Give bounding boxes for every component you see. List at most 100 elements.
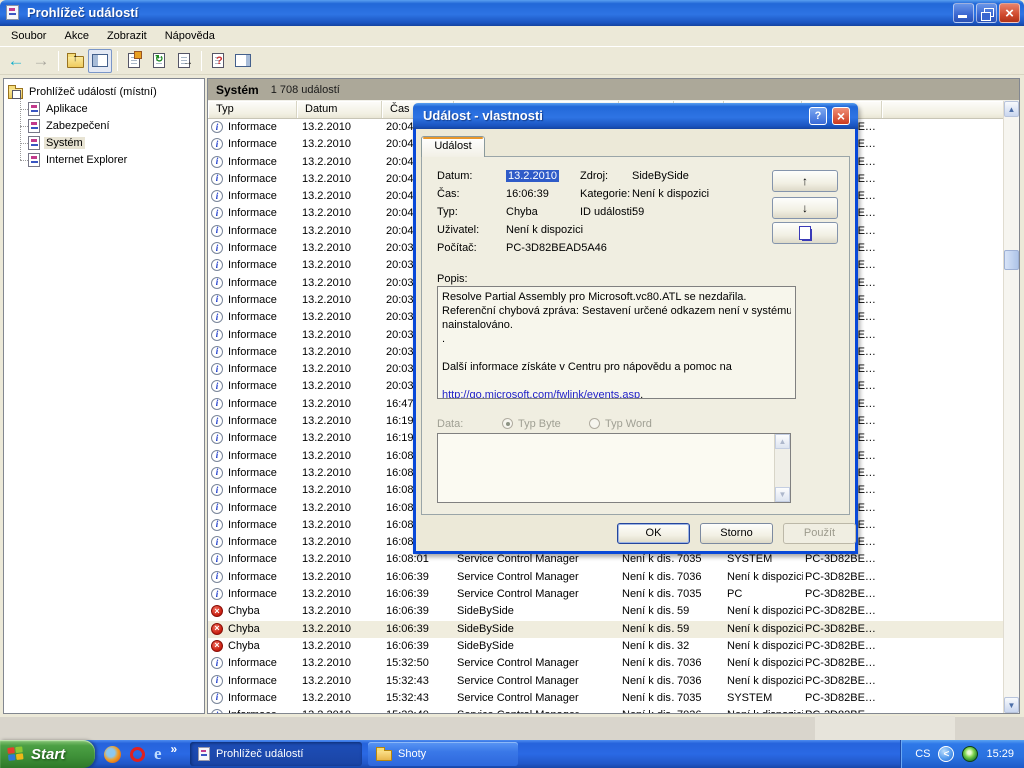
info-icon: i xyxy=(211,571,223,583)
taskbar-task-event-viewer[interactable]: Prohlížeč událostí xyxy=(190,742,362,766)
field-label-uzivatel: Uživatel: xyxy=(437,224,479,236)
cell: 15:32:43 xyxy=(386,692,454,704)
cell: 13.2.2010 xyxy=(302,294,382,306)
tab-udalost[interactable]: Událost xyxy=(421,136,485,157)
sidebar-item-root[interactable]: Prohlížeč událostí (místní) xyxy=(8,84,159,100)
cell: Informace xyxy=(228,432,302,444)
cell: Informace xyxy=(228,329,302,341)
export-icon xyxy=(178,53,190,68)
internet-explorer-icon[interactable]: e xyxy=(154,745,162,762)
antivirus-icon[interactable] xyxy=(962,746,978,762)
dialog-help-button[interactable] xyxy=(809,107,827,125)
radio-typ-word[interactable] xyxy=(589,418,600,429)
cell: Informace xyxy=(228,363,302,375)
cell: Informace xyxy=(228,207,302,219)
info-icon: i xyxy=(211,380,223,392)
toolbar-separator xyxy=(117,51,118,71)
vertical-scrollbar[interactable] xyxy=(1003,101,1019,713)
minimize-button[interactable] xyxy=(953,3,974,23)
sidebar-item-zabezpečení[interactable]: Zabezpečení xyxy=(28,118,112,134)
clock[interactable]: 15:29 xyxy=(986,748,1014,760)
scroll-up-icon[interactable] xyxy=(775,434,790,449)
help-button[interactable] xyxy=(206,49,230,73)
cell: 16:06:39 xyxy=(386,571,454,583)
description-box[interactable]: Resolve Partial Assembly pro Microsoft.v… xyxy=(437,286,796,399)
table-row[interactable]: iInformace13.2.201015:32:43Service Contr… xyxy=(208,690,1003,707)
restore-button[interactable] xyxy=(976,3,997,23)
cell: 13.2.2010 xyxy=(302,398,382,410)
scroll-down-icon[interactable] xyxy=(1004,697,1019,713)
table-row[interactable]: iInformace13.2.201016:06:39Service Contr… xyxy=(208,569,1003,586)
cancel-button[interactable]: Storno xyxy=(700,523,773,544)
window-title: Prohlížeč událostí xyxy=(27,5,138,20)
start-button[interactable]: Start xyxy=(0,740,95,768)
field-value-datum: 13.2.2010 xyxy=(506,170,559,182)
table-row[interactable]: ×Chyba13.2.201016:06:39SideBySideNení k … xyxy=(208,621,1003,638)
info-icon: i xyxy=(211,121,223,133)
column-header-2[interactable]: Datum xyxy=(297,101,382,118)
cell: 7036 xyxy=(677,709,725,713)
sidebar-item-aplikace[interactable]: Aplikace xyxy=(28,101,90,117)
window-titlebar[interactable]: Prohlížeč událostí xyxy=(0,0,1024,26)
data-scrollbar[interactable] xyxy=(774,434,790,502)
scroll-up-icon[interactable] xyxy=(1004,101,1019,117)
cell: 13.2.2010 xyxy=(302,311,382,323)
events-link[interactable]: http://go.microsoft.com/fwlink/events.as… xyxy=(442,389,640,399)
back-button[interactable] xyxy=(4,49,28,73)
error-icon: × xyxy=(211,623,223,635)
copy-icon xyxy=(802,229,812,241)
console-tree: Prohlížeč událostí (místní) AplikaceZabe… xyxy=(3,78,205,714)
show-hide-tree-button[interactable] xyxy=(88,49,112,73)
table-row[interactable]: iInformace13.2.201015:32:50Service Contr… xyxy=(208,655,1003,672)
up-one-level-button[interactable] xyxy=(63,49,87,73)
info-icon: i xyxy=(211,502,223,514)
table-row[interactable]: iInformace13.2.201016:06:39Service Contr… xyxy=(208,586,1003,603)
info-icon: i xyxy=(211,363,223,375)
firefox-icon[interactable] xyxy=(104,746,121,763)
menu-item-akce[interactable]: Akce xyxy=(55,28,97,44)
taskbar-task-shoty[interactable]: Shoty xyxy=(368,742,518,766)
next-event-button[interactable]: ↓ xyxy=(772,197,838,219)
hide-icons-chevron-icon[interactable] xyxy=(938,746,954,762)
dialog-titlebar[interactable]: Událost - vlastnosti xyxy=(413,103,858,129)
desktop-patch xyxy=(815,716,955,740)
table-row[interactable]: ×Chyba13.2.201016:06:39SideBySideNení k … xyxy=(208,603,1003,620)
data-textarea[interactable] xyxy=(437,433,791,503)
cell: SideBySide xyxy=(457,623,619,635)
cell: 13.2.2010 xyxy=(302,329,382,341)
cell: Informace xyxy=(228,121,302,133)
info-icon: i xyxy=(211,553,223,565)
dialog-close-button[interactable] xyxy=(832,107,850,125)
cell: 7036 xyxy=(677,571,725,583)
table-row[interactable]: ×Chyba13.2.201016:06:39SideBySideNení k … xyxy=(208,638,1003,655)
apply-button[interactable]: Použít xyxy=(783,523,856,544)
table-row[interactable]: iInformace13.2.201016:08:01Service Contr… xyxy=(208,551,1003,568)
ok-button[interactable]: OK xyxy=(617,523,690,544)
radio-typ-byte[interactable] xyxy=(502,418,513,429)
properties-button[interactable] xyxy=(122,49,146,73)
cell: 59 xyxy=(677,605,725,617)
export-list-button[interactable] xyxy=(172,49,196,73)
tree-line xyxy=(20,160,28,161)
sidebar-item-internet-explorer[interactable]: Internet Explorer xyxy=(28,152,129,168)
show-hide-pane-button[interactable] xyxy=(231,49,255,73)
close-button[interactable] xyxy=(999,3,1020,23)
sidebar-item-systém[interactable]: Systém xyxy=(28,135,85,151)
menu-item-soubor[interactable]: Soubor xyxy=(2,28,55,44)
opera-icon[interactable] xyxy=(130,747,145,762)
refresh-button[interactable] xyxy=(147,49,171,73)
previous-event-button[interactable]: ↑ xyxy=(772,170,838,192)
menu-item-zobrazit[interactable]: Zobrazit xyxy=(98,28,156,44)
scrollbar-thumb[interactable] xyxy=(1004,250,1019,270)
menu-item-nápověda[interactable]: Nápověda xyxy=(156,28,224,44)
description-line: nainstalováno. xyxy=(442,318,791,332)
table-row[interactable]: iInformace13.2.201015:32:40Service Contr… xyxy=(208,707,1003,713)
scroll-down-icon[interactable] xyxy=(775,487,790,502)
table-row[interactable]: iInformace13.2.201015:32:43Service Contr… xyxy=(208,673,1003,690)
forward-button[interactable] xyxy=(29,49,53,73)
column-header-1[interactable]: Typ xyxy=(208,101,297,118)
copy-event-button[interactable] xyxy=(772,222,838,244)
cell: Informace xyxy=(228,484,302,496)
overflow-chevron-icon[interactable]: » xyxy=(171,742,178,756)
language-indicator[interactable]: CS xyxy=(915,748,930,760)
